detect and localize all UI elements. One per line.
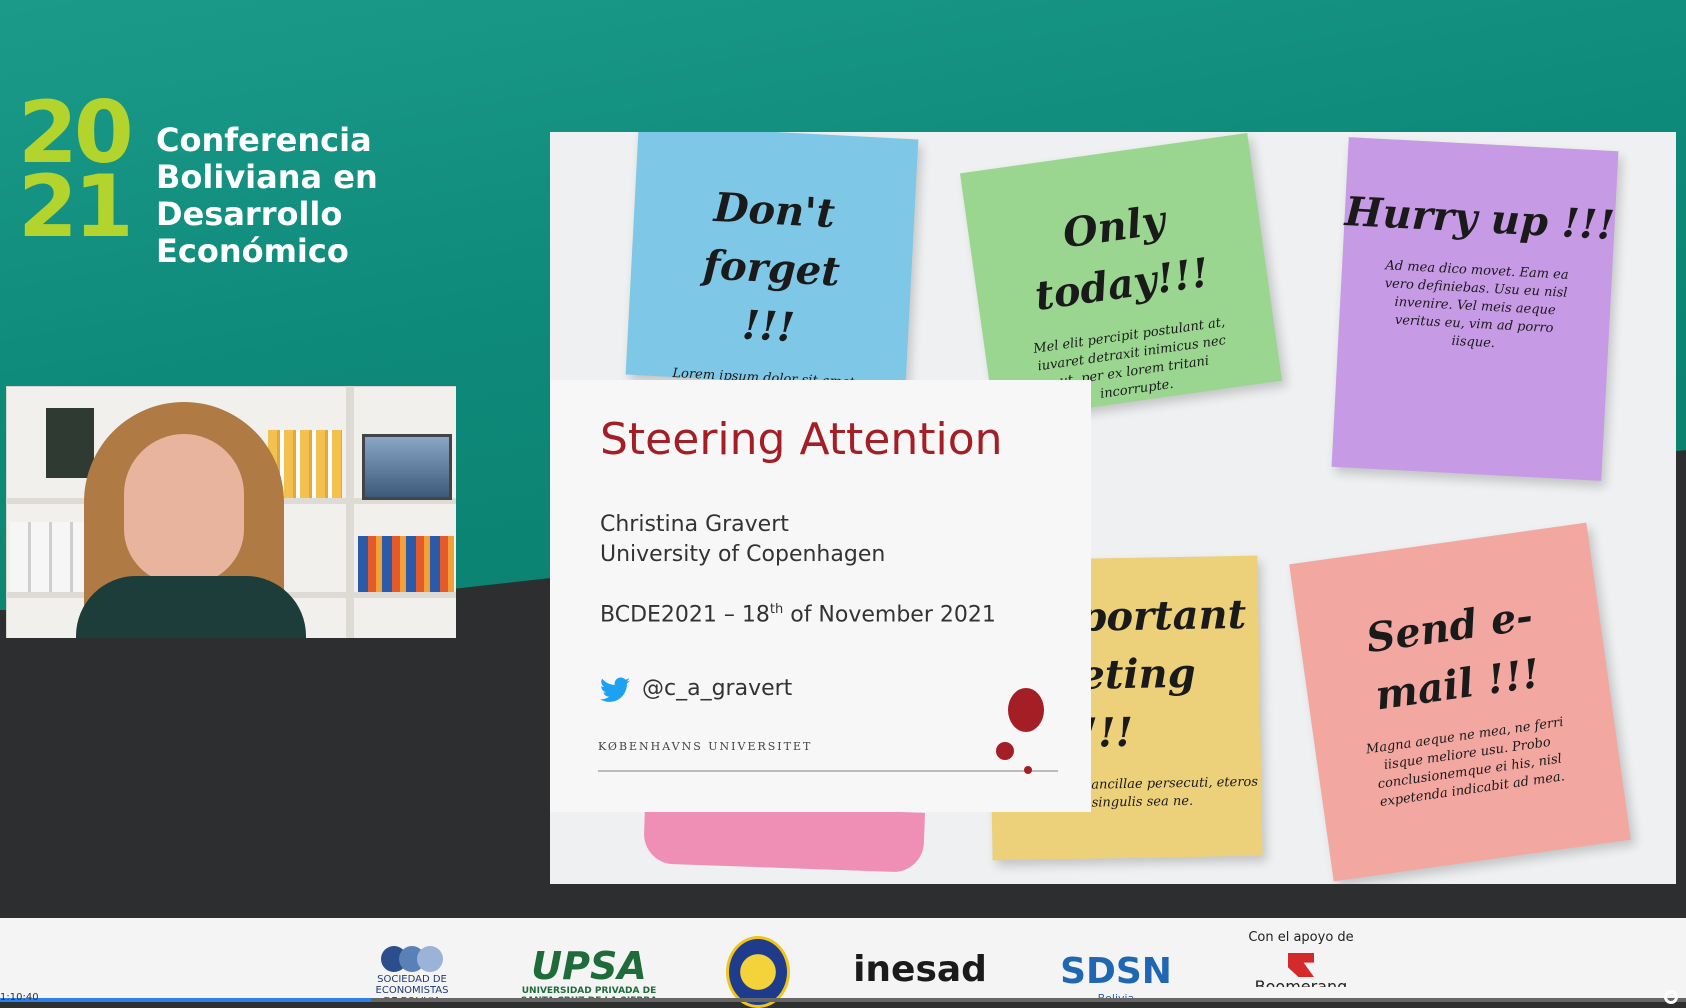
support-label: Con el apoyo de xyxy=(1248,930,1354,945)
boomerang-icon xyxy=(1288,953,1314,977)
event-prefix: BCDE2021 – 18 xyxy=(600,602,770,628)
presentation-slide: Don't forget !!! Lorem ipsum dolor sit a… xyxy=(550,132,1676,884)
inesad-name: inesad xyxy=(853,949,987,990)
university-seal-icon xyxy=(1008,688,1044,732)
video-time: 1:10:40 xyxy=(0,992,39,1003)
speaker-webcam xyxy=(6,386,456,638)
logo-inesad: inesad xyxy=(852,918,988,1002)
sec-line2: ECONOMISTAS xyxy=(375,985,449,996)
sticky-note-pink: Send e-mail !!! Magna aeque ne mea, ne f… xyxy=(1289,522,1631,882)
slide-title: Steering Attention xyxy=(600,414,1003,465)
conference-title-line: Económico xyxy=(156,232,349,270)
logo-support: Con el apoyo de Boomerang xyxy=(1236,918,1366,1002)
event-suffix: of November 2021 xyxy=(783,602,996,628)
sticky-note-blue: Don't forget !!! Lorem ipsum dolor sit a… xyxy=(625,132,919,424)
event-date: BCDE2021 – 18th of November 2021 xyxy=(600,602,996,627)
conference-title-line: Desarrollo xyxy=(156,195,343,233)
sticky-note-green: Only today!!! Mel elit percipit postulan… xyxy=(960,133,1282,421)
decor-dot-icon xyxy=(1024,766,1032,774)
upsa-name: UPSA xyxy=(531,944,647,988)
conference-title-line: Boliviana en xyxy=(156,158,378,196)
logo-academy-seal xyxy=(726,918,790,1008)
university-label: KØBENHAVNS UNIVERSITET xyxy=(598,740,813,753)
sticky-note-purple: Hurry up !!! Ad mea dico movet. Eam ea v… xyxy=(1331,137,1619,481)
video-progress-bar[interactable] xyxy=(0,998,1686,1002)
sec-logo-icon xyxy=(381,946,443,972)
event-superscript: th xyxy=(769,602,784,617)
twitter-icon xyxy=(600,677,630,702)
note-heading: Hurry up !!! xyxy=(1343,188,1616,250)
note-body: Ad mea dico movet. Eam ea vero definieba… xyxy=(1384,258,1569,352)
divider xyxy=(598,770,1058,772)
sdsn-name: SDSN xyxy=(1060,951,1172,992)
boomerang-name: Boomerang xyxy=(1254,977,1348,987)
year-bottom: 21 xyxy=(18,157,134,257)
sec-line1: SOCIEDAD DE xyxy=(377,974,447,985)
speaker-face xyxy=(124,434,244,584)
author-name: Christina Gravert xyxy=(600,512,789,537)
shelf-divider xyxy=(346,386,354,638)
painting xyxy=(362,434,452,500)
video-progress-fill xyxy=(0,998,371,1002)
twitter-handle: @c_a_gravert xyxy=(642,676,793,701)
note-heading: Only today!!! xyxy=(1032,196,1212,320)
sponsor-bar: SOCIEDAD DE ECONOMISTAS DE BOLIVIA UPSA … xyxy=(0,918,1686,1008)
conference-title-line: Conferencia xyxy=(156,121,372,159)
conference-title: Conferencia Boliviana en Desarrollo Econ… xyxy=(156,122,378,270)
title-card: Steering Attention Christina Gravert Uni… xyxy=(550,380,1091,812)
logo-sociedad-economistas: SOCIEDAD DE ECONOMISTAS DE BOLIVIA xyxy=(366,918,458,1002)
logo-sdsn: SDSN Bolivia xyxy=(1048,918,1184,1003)
note-heading: Don't forget !!! xyxy=(701,183,841,352)
sticky-note-pink-bottom xyxy=(643,803,925,873)
conference-year: 20 21 xyxy=(18,90,138,257)
decor-dot-icon xyxy=(996,742,1014,760)
picture-frame xyxy=(46,408,94,478)
note-heading: Send e-mail !!! xyxy=(1363,592,1543,720)
upsa-line1: UNIVERSIDAD PRIVADA DE xyxy=(521,986,657,996)
speaker-body xyxy=(76,576,306,638)
books-blue xyxy=(358,536,454,592)
logo-upsa: UPSA UNIVERSIDAD PRIVADA DE SANTA CRUZ D… xyxy=(514,918,664,1002)
author-affiliation: University of Copenhagen xyxy=(600,542,886,567)
